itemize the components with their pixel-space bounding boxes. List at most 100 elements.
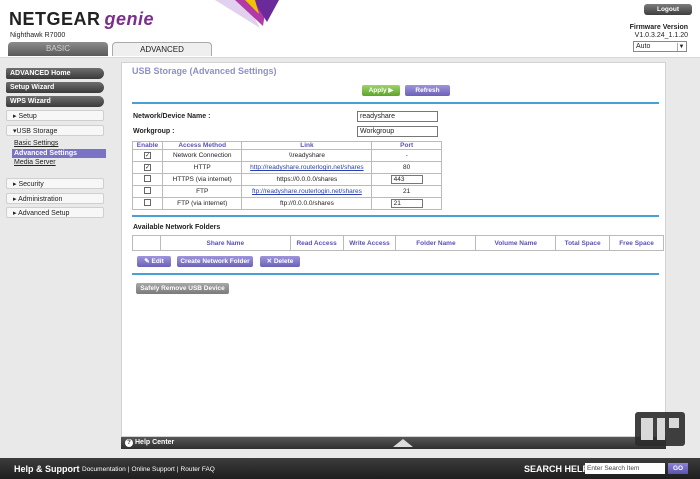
sidebar-item-setup-wizard[interactable]: Setup Wizard bbox=[6, 82, 104, 93]
help-center-toggle[interactable]: ? Help Center bbox=[125, 438, 174, 448]
table-row: ✓ Network Connection \\readyshare - bbox=[132, 149, 442, 162]
documentation-link[interactable]: Documentation bbox=[80, 466, 128, 473]
expand-up-icon[interactable] bbox=[393, 439, 413, 447]
question-icon: ? bbox=[125, 439, 133, 447]
col-access-method: Access Method bbox=[161, 141, 243, 150]
col-read-access: Read Access bbox=[289, 235, 344, 251]
router-faq-link[interactable]: Router FAQ bbox=[179, 466, 217, 473]
sidebar-item-advanced-settings[interactable]: Advanced Settings bbox=[12, 149, 106, 158]
col-enable: Enable bbox=[132, 141, 163, 150]
col-share-name: Share Name bbox=[159, 235, 291, 251]
device-name-label: Network/Device Name : bbox=[133, 113, 211, 120]
divider bbox=[132, 215, 659, 217]
netgear-logo[interactable]: NETGEAR genie bbox=[9, 9, 154, 30]
method-cell: FTP (via internet) bbox=[161, 197, 243, 210]
enable-cell bbox=[132, 197, 163, 210]
link-cell: https://0.0.0.0/shares bbox=[241, 173, 373, 186]
tab-basic[interactable]: BASIC bbox=[8, 42, 108, 56]
port-cell: - bbox=[371, 149, 442, 162]
workgroup-label: Workgroup : bbox=[133, 128, 175, 135]
model-name: Nighthawk R7000 bbox=[10, 32, 66, 39]
sidebar-item-security[interactable]: ▸ Security bbox=[6, 178, 104, 189]
help-center-bar[interactable]: ? Help Center bbox=[121, 437, 666, 449]
network-folders-table: Share Name Read Access Write Access Fold… bbox=[132, 235, 664, 251]
access-method-table: Enable Access Method Link Port ✓ Network… bbox=[132, 141, 442, 210]
sidebar-item-administration[interactable]: ▸ Administration bbox=[6, 193, 104, 204]
table-header-row: Share Name Read Access Write Access Fold… bbox=[132, 235, 664, 251]
search-help-label: SEARCH HELP bbox=[524, 464, 589, 474]
search-go-button[interactable]: GO bbox=[668, 463, 688, 474]
col-port: Port bbox=[371, 141, 442, 150]
enable-cell: ✓ bbox=[132, 161, 163, 174]
footer: Help & Support Documentation | Online Supp… bbox=[0, 458, 700, 479]
table-row: FTP ftp://readyshare.routerlogin.net/sha… bbox=[132, 185, 442, 198]
enable-cell: ✓ bbox=[132, 149, 163, 162]
online-support-link[interactable]: Online Support bbox=[129, 466, 176, 473]
port-cell: 21 bbox=[371, 197, 442, 210]
refresh-button[interactable]: Refresh bbox=[405, 85, 450, 96]
port-cell: 443 bbox=[371, 173, 442, 186]
col-total-space: Total Space bbox=[555, 235, 611, 251]
main-content: USB Storage (Advanced Settings) Apply ▶ … bbox=[121, 62, 666, 437]
chevron-down-icon: ▼ bbox=[677, 43, 685, 51]
page-title: USB Storage (Advanced Settings) bbox=[132, 66, 277, 76]
tab-advanced[interactable]: ADVANCED bbox=[112, 42, 212, 56]
edit-button[interactable]: ✎ Edit bbox=[137, 256, 171, 267]
footer-links: Documentation | Online Support | Router FAQ bbox=[80, 466, 217, 473]
ftp-internet-port-input[interactable]: 21 bbox=[390, 199, 423, 208]
link-cell: ftp://readyshare.routerlogin.net/shares bbox=[241, 185, 373, 198]
search-help-input[interactable]: Enter Search Item bbox=[585, 463, 665, 474]
table-row: HTTPS (via internet) https://0.0.0.0/sha… bbox=[132, 173, 442, 186]
col-link: Link bbox=[241, 141, 373, 150]
watermark-logo-graphic bbox=[635, 412, 685, 446]
sidebar-item-basic-settings[interactable]: Basic Settings bbox=[14, 140, 58, 147]
create-folder-button[interactable]: Create Network Folder bbox=[177, 256, 253, 267]
help-support-title: Help & Support bbox=[14, 464, 80, 474]
sidebar-item-setup[interactable]: ▸ Setup bbox=[6, 110, 104, 121]
logout-button[interactable]: Logout bbox=[644, 4, 692, 15]
col-write-access: Write Access bbox=[342, 235, 397, 251]
http-link[interactable]: http://readyshare.routerlogin.net/shares bbox=[250, 164, 363, 171]
header: NETGEAR genie Nighthawk R7000 Logout Firm… bbox=[0, 0, 700, 58]
col-volume-name: Volume Name bbox=[475, 235, 557, 251]
col-folder-name: Folder Name bbox=[395, 235, 477, 251]
table-row: ✓ HTTP http://readyshare.routerlogin.net… bbox=[132, 161, 442, 174]
ftp-link[interactable]: ftp://readyshare.routerlogin.net/shares bbox=[252, 188, 362, 195]
method-cell: Network Connection bbox=[161, 149, 243, 162]
enable-cell bbox=[132, 185, 163, 198]
port-cell: 21 bbox=[371, 185, 442, 198]
brand-text: NETGEAR bbox=[9, 9, 101, 29]
apply-button[interactable]: Apply ▶ bbox=[362, 85, 400, 96]
safely-remove-usb-button[interactable]: Safely Remove USB Device bbox=[136, 283, 229, 294]
help-center-label: Help Center bbox=[135, 439, 175, 446]
sidebar-item-media-server[interactable]: Media Server bbox=[14, 159, 56, 166]
col-free-space: Free Space bbox=[609, 235, 664, 251]
delete-button[interactable]: ✕ Delete bbox=[260, 256, 300, 267]
enable-cell bbox=[132, 173, 163, 186]
language-select[interactable]: Auto ▼ bbox=[633, 41, 687, 52]
divider bbox=[132, 102, 659, 104]
enable-checkbox[interactable] bbox=[143, 187, 151, 194]
available-folders-label: Available Network Folders bbox=[133, 224, 221, 231]
sidebar-item-wps-wizard[interactable]: WPS Wizard bbox=[6, 96, 104, 107]
firmware-label: Firmware Version bbox=[629, 24, 688, 31]
sidebar-item-usb-storage[interactable]: ▾USB Storage bbox=[6, 125, 104, 136]
device-name-input[interactable]: readyshare bbox=[357, 111, 438, 122]
col-select bbox=[132, 235, 161, 251]
enable-checkbox[interactable] bbox=[143, 175, 151, 182]
link-cell: http://readyshare.routerlogin.net/shares bbox=[241, 161, 373, 174]
table-row: FTP (via internet) ftp://0.0.0.0/shares … bbox=[132, 197, 442, 210]
enable-checkbox[interactable]: ✓ bbox=[143, 164, 151, 171]
link-cell: ftp://0.0.0.0/shares bbox=[241, 197, 373, 210]
sidebar: ADVANCED Home Setup Wizard WPS Wizard ▸ … bbox=[0, 58, 116, 440]
port-cell: 80 bbox=[371, 161, 442, 174]
method-cell: FTP bbox=[161, 185, 243, 198]
https-port-input[interactable]: 443 bbox=[390, 175, 423, 184]
enable-checkbox[interactable]: ✓ bbox=[143, 152, 151, 159]
sidebar-item-advanced-home[interactable]: ADVANCED Home bbox=[6, 68, 104, 79]
link-cell: \\readyshare bbox=[241, 149, 373, 162]
language-value: Auto bbox=[636, 43, 651, 50]
sidebar-item-advanced-setup[interactable]: ▸ Advanced Setup bbox=[6, 207, 104, 218]
workgroup-input[interactable]: Workgroup bbox=[357, 126, 438, 137]
enable-checkbox[interactable] bbox=[143, 199, 151, 206]
